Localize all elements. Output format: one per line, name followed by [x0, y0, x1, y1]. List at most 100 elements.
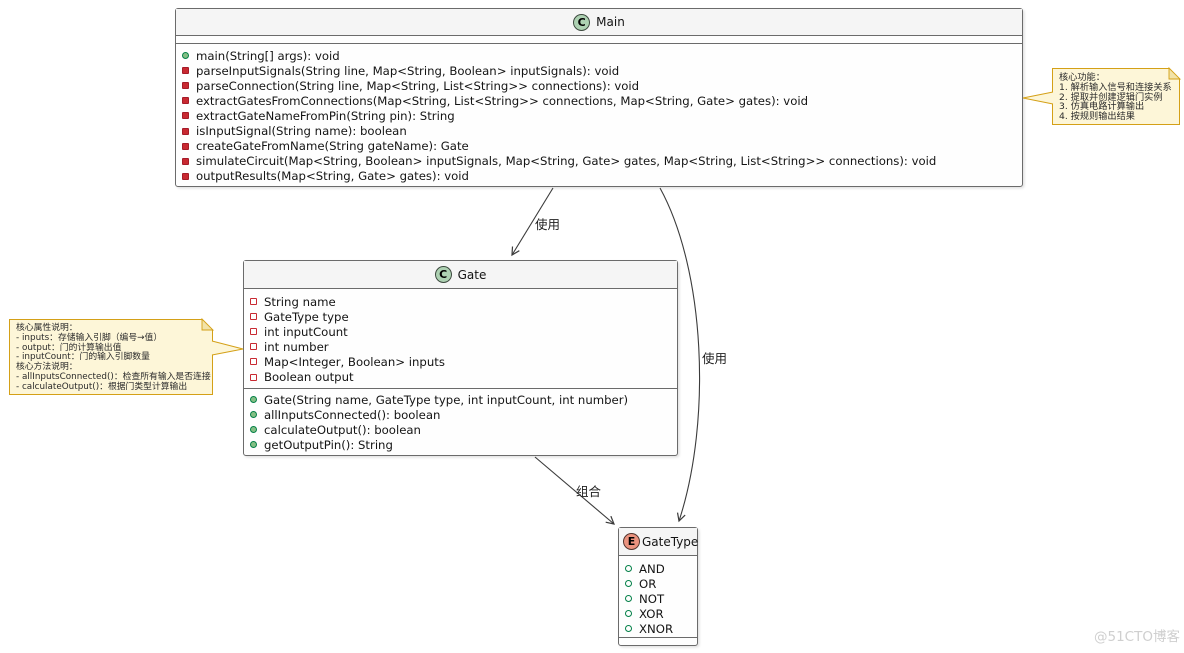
method-signature: Gate(String name, GateType type, int inp…: [264, 392, 629, 407]
visibility-icon: [182, 157, 189, 165]
method-row: getOutputPin(): String: [244, 437, 677, 452]
visibility-icon: [182, 67, 189, 75]
enum-value: NOT: [639, 591, 665, 606]
enum-gatetype-values: AND OR NOT XOR XNOR: [619, 556, 697, 638]
enum-value-row: AND: [619, 561, 697, 576]
method-signature: extractGateNameFromPin(String pin): Stri…: [196, 108, 455, 123]
field-declaration: int number: [264, 339, 329, 354]
enum-gatetype-methods-empty: [619, 638, 697, 646]
visibility-icon: [182, 82, 189, 90]
class-gate-title: C Gate: [244, 261, 677, 289]
method-row: isInputSignal(String name): boolean: [176, 123, 1022, 138]
method-signature: allInputsConnected(): boolean: [264, 407, 441, 422]
visibility-icon: [250, 358, 257, 366]
method-signature: parseInputSignals(String line, Map<Strin…: [196, 63, 620, 78]
method-signature: main(String[] args): void: [196, 48, 340, 63]
edge-label-main-gate: 使用: [535, 217, 561, 232]
class-gate-methods: Gate(String name, GateType type, int inp…: [244, 389, 677, 452]
method-signature: calculateOutput(): boolean: [264, 422, 421, 437]
visibility-icon: [182, 172, 189, 180]
field-declaration: Boolean output: [264, 370, 354, 385]
enum-value: OR: [639, 576, 657, 591]
enum-gatetype-title: E GateType: [619, 528, 699, 556]
field-row: GateType type: [244, 309, 677, 324]
visibility-icon: [250, 298, 257, 306]
method-signature: extractGatesFromConnections(Map<String, …: [196, 93, 809, 108]
method-signature: getOutputPin(): String: [264, 437, 393, 452]
visibility-icon: [182, 112, 189, 120]
edge-label-main-gatetype: 使用: [702, 351, 728, 366]
visibility-icon: [250, 328, 257, 336]
field-declaration: Map<Integer, Boolean> inputs: [264, 354, 445, 369]
arrow-gate-to-gatetype: [534, 456, 614, 524]
visibility-icon: [625, 625, 632, 633]
method-row: allInputsConnected(): boolean: [244, 407, 677, 422]
enum-value: AND: [639, 561, 665, 576]
note-main-functions: 核心功能： 1. 解析输入信号和连接关系 2. 提取并创建逻辑门实例 3. 仿真…: [1052, 68, 1180, 125]
visibility-icon: [625, 610, 632, 618]
class-main-fields-empty: [176, 36, 1022, 44]
visibility-icon: [250, 411, 257, 419]
method-row: main(String[] args): void: [176, 48, 1022, 63]
class-gate-fields: String name GateType type int inputCount…: [244, 289, 677, 389]
method-row: parseInputSignals(String line, Map<Strin…: [176, 63, 1022, 78]
visibility-icon: [625, 580, 632, 588]
watermark: @51CTO博客: [1094, 629, 1180, 645]
enum-value-row: OR: [619, 576, 697, 591]
visibility-icon: [182, 127, 189, 135]
visibility-icon: [250, 396, 257, 404]
method-row: createGateFromName(String gateName): Gat…: [176, 139, 1022, 154]
field-row: String name: [244, 294, 677, 309]
visibility-icon: [250, 373, 257, 381]
field-row: int number: [244, 339, 677, 354]
field-declaration: String name: [264, 294, 336, 309]
enum-gatetype-name: GateType: [642, 534, 699, 549]
visibility-icon: [182, 142, 189, 150]
method-row: simulateCircuit(Map<String, Boolean> inp…: [176, 154, 1022, 169]
enum-box-gatetype: E GateType AND OR NOT XOR XNOR: [618, 527, 698, 646]
note-tail-gate: [211, 340, 244, 356]
visibility-icon: [625, 595, 632, 603]
field-row: Map<Integer, Boolean> inputs: [244, 354, 677, 369]
field-row: int inputCount: [244, 324, 677, 339]
method-row: extractGatesFromConnections(Map<String, …: [176, 93, 1022, 108]
enum-value: XOR: [639, 606, 664, 621]
method-signature: createGateFromName(String gateName): Gat…: [196, 139, 469, 154]
class-stereotype-icon: C: [434, 266, 452, 283]
note-line: 4. 按规则输出结果: [1059, 111, 1135, 123]
edge-label-gate-gatetype: 组合: [576, 484, 602, 499]
visibility-icon: [250, 426, 257, 434]
enum-value-row: XOR: [619, 606, 697, 621]
visibility-icon: [250, 313, 257, 321]
method-signature: simulateCircuit(Map<String, Boolean> inp…: [196, 154, 937, 169]
field-row: Boolean output: [244, 369, 677, 384]
note-line: - calculateOutput()：根据门类型计算输出: [16, 381, 188, 392]
method-row: Gate(String name, GateType type, int inp…: [244, 392, 677, 407]
note-gate-attributes: 核心属性说明： - inputs：存储输入引脚（编号→值） - output：门…: [9, 319, 213, 395]
method-row: extractGateNameFromPin(String pin): Stri…: [176, 108, 1022, 123]
class-box-gate: C Gate String name GateType type int inp…: [243, 260, 678, 456]
note-tail-main: [1022, 91, 1054, 105]
class-main-name: Main: [596, 15, 625, 29]
visibility-icon: [250, 441, 257, 449]
class-main-methods: main(String[] args): void parseInputSign…: [176, 44, 1022, 184]
method-signature: parseConnection(String line, Map<String,…: [196, 78, 640, 93]
method-row: outputResults(Map<String, Gate> gates): …: [176, 169, 1022, 184]
enum-stereotype-icon: E: [623, 533, 640, 550]
method-signature: outputResults(Map<String, Gate> gates): …: [196, 169, 469, 184]
visibility-icon: [182, 52, 189, 60]
enum-value-row: XNOR: [619, 621, 697, 636]
method-row: parseConnection(String line, Map<String,…: [176, 78, 1022, 93]
field-declaration: GateType type: [264, 309, 349, 324]
enum-value: XNOR: [639, 621, 674, 636]
method-row: calculateOutput(): boolean: [244, 422, 677, 437]
class-main-title: C Main: [176, 9, 1022, 36]
visibility-icon: [182, 97, 189, 105]
method-signature: isInputSignal(String name): boolean: [196, 124, 407, 139]
class-gate-name: Gate: [457, 267, 487, 282]
enum-value-row: NOT: [619, 591, 697, 606]
field-declaration: int inputCount: [264, 324, 348, 339]
class-stereotype-icon: C: [573, 13, 591, 31]
visibility-icon: [625, 565, 632, 573]
visibility-icon: [250, 343, 257, 351]
